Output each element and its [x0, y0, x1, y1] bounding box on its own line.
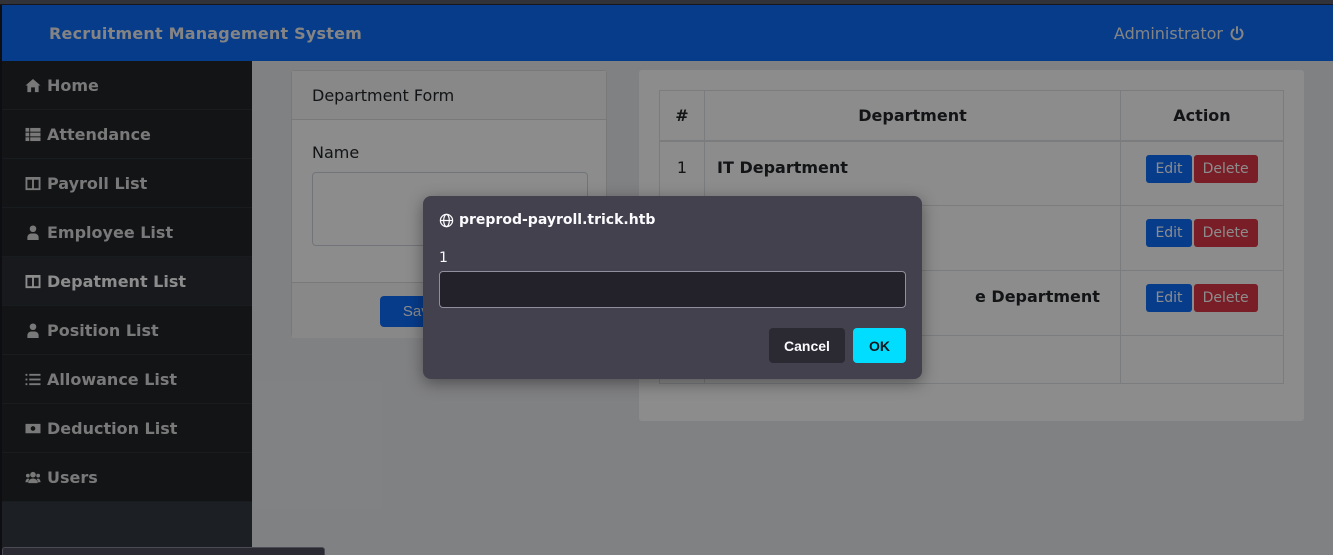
sidebar: Home Attendance Payroll List Employee Li… — [0, 61, 252, 555]
columns-icon — [24, 175, 42, 191]
globe-icon — [439, 213, 454, 227]
delete-button[interactable]: Delete — [1193, 284, 1258, 312]
cancel-button[interactable]: Cancel — [769, 328, 845, 363]
home-icon — [24, 77, 42, 93]
edit-button[interactable]: Edit — [1146, 219, 1192, 247]
user-name: Administrator — [1113, 24, 1223, 43]
top-navbar: Recruitment Management System Administra… — [0, 5, 1333, 61]
sidebar-item-label: Position List — [47, 320, 159, 340]
prompt-dialog: preprod-payroll.trick.htb 1 Cancel OK — [423, 196, 922, 379]
sidebar-item-label: Allowance List — [47, 369, 178, 389]
app-title: Recruitment Management System — [49, 24, 362, 43]
ok-button[interactable]: OK — [853, 328, 906, 363]
form-title: Department Form — [292, 71, 606, 120]
user-menu[interactable]: Administrator — [1114, 24, 1245, 43]
col-header-num: # — [659, 90, 705, 142]
user-tie-icon — [24, 322, 42, 338]
col-header-action: Action — [1120, 90, 1284, 142]
delete-button[interactable]: Delete — [1193, 219, 1258, 247]
browser-status-bar — [2, 547, 325, 555]
row-actions: Edit Delete — [1120, 140, 1284, 206]
row-actions: Edit Delete — [1120, 205, 1284, 271]
dialog-origin-text: preprod-payroll.trick.htb — [459, 212, 656, 228]
edit-button[interactable]: Edit — [1146, 284, 1192, 312]
dialog-message: 1 — [439, 250, 448, 266]
user-tie-icon — [24, 224, 42, 240]
delete-button[interactable]: Delete — [1193, 154, 1258, 183]
th-list-icon — [24, 126, 42, 142]
sidebar-item-label: Home — [47, 75, 99, 95]
sidebar-item-label: Depatment List — [47, 271, 187, 291]
col-header-department: Department — [704, 90, 1121, 142]
row-department-text: e Department — [975, 287, 1100, 306]
sidebar-item-home[interactable]: Home — [2, 61, 252, 110]
table-header-row: # Department Action — [659, 90, 1284, 142]
sidebar-item-label: Employee List — [47, 222, 174, 242]
row-actions: Edit Delete — [1120, 270, 1284, 336]
sidebar-item-employee-list[interactable]: Employee List — [2, 208, 252, 257]
row-actions — [1120, 335, 1284, 384]
columns-icon — [24, 273, 42, 289]
sidebar-item-payroll-list[interactable]: Payroll List — [2, 159, 252, 208]
power-icon[interactable] — [1229, 25, 1245, 42]
sidebar-item-department-list[interactable]: Depatment List — [2, 257, 252, 306]
money-bill-icon — [24, 420, 42, 436]
sidebar-item-deduction-list[interactable]: Deduction List — [2, 404, 252, 453]
dialog-input[interactable] — [439, 271, 906, 308]
sidebar-item-label: Deduction List — [47, 418, 178, 438]
sidebar-item-position-list[interactable]: Position List — [2, 306, 252, 355]
name-label: Name — [312, 143, 360, 162]
list-icon — [24, 371, 42, 387]
users-icon — [24, 469, 42, 485]
dialog-origin: preprod-payroll.trick.htb — [439, 212, 655, 228]
sidebar-item-label: Attendance — [47, 124, 151, 144]
sidebar-item-label: Payroll List — [47, 173, 148, 193]
sidebar-item-allowance-list[interactable]: Allowance List — [2, 355, 252, 404]
sidebar-item-label: Users — [47, 467, 98, 487]
edit-button[interactable]: Edit — [1146, 154, 1192, 183]
sidebar-item-users[interactable]: Users — [2, 453, 252, 502]
sidebar-item-attendance[interactable]: Attendance — [2, 110, 252, 159]
